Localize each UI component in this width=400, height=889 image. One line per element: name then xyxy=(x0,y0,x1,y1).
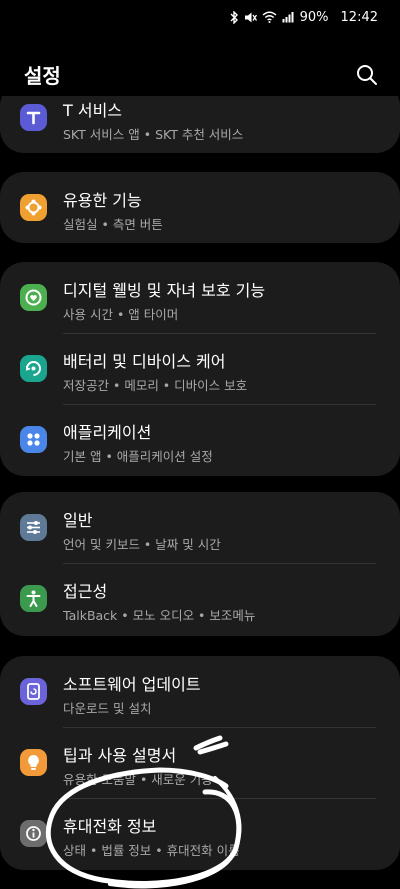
settings-item-subtitle: 실험실 • 측면 버튼 xyxy=(63,217,163,232)
settings-item-subtitle: 사용 시간 • 앱 타이머 xyxy=(63,307,179,322)
settings-item-subtitle: 기본 앱 • 애플리케이션 설정 xyxy=(63,449,213,464)
battery-percent: 90% xyxy=(299,9,329,25)
mute-icon xyxy=(244,12,257,22)
settings-item-useful-features[interactable]: 유용한 기능 실험실 • 측면 버튼 xyxy=(0,172,400,243)
settings-item-title: 유용한 기능 xyxy=(63,191,142,210)
settings-item-software-update[interactable]: 소프트웨어 업데이트 다운로드 및 설치 xyxy=(0,656,400,727)
settings-item-subtitle: 다운로드 및 설치 xyxy=(63,701,152,716)
settings-item-tips[interactable]: 팁과 사용 설명서 유용한 도움말 • 새로운 기능 xyxy=(0,727,400,798)
apps-icon xyxy=(20,426,47,453)
software-update-icon xyxy=(20,678,47,705)
device-care-icon xyxy=(20,355,47,382)
settings-item-title: 배터리 및 디바이스 케어 xyxy=(63,352,226,371)
settings-group-general: 일반 언어 및 키보드 • 날짜 및 시간 접근성 TalkBack • 모노 … xyxy=(0,492,400,636)
settings-item-title: 디지털 웰빙 및 자녀 보호 기능 xyxy=(63,281,266,300)
wellbeing-icon xyxy=(20,284,47,311)
page-title: 설정 xyxy=(24,64,61,88)
settings-list[interactable]: T 서비스 SKT 서비스 앱 • SKT 추천 서비스 유용한 기능 실험실 … xyxy=(0,96,400,889)
settings-item-t-service[interactable]: T 서비스 SKT 서비스 앱 • SKT 추천 서비스 xyxy=(0,96,400,153)
settings-group-device: 디지털 웰빙 및 자녀 보호 기능 사용 시간 • 앱 타이머 배터리 및 디바… xyxy=(0,262,400,476)
t-service-icon xyxy=(20,104,47,131)
settings-item-general[interactable]: 일반 언어 및 키보드 • 날짜 및 시간 xyxy=(0,492,400,563)
bluetooth-icon xyxy=(230,10,238,24)
settings-item-title: 일반 xyxy=(63,511,93,530)
signal-icon xyxy=(282,12,294,23)
settings-item-subtitle: 상태 • 법률 정보 • 휴대전화 이름 xyxy=(63,843,240,858)
lightbulb-icon xyxy=(20,749,47,776)
puzzle-star-icon xyxy=(20,194,47,221)
settings-item-about-phone[interactable]: 휴대전화 정보 상태 • 법률 정보 • 휴대전화 이름 xyxy=(0,798,400,869)
status-bar: 90% 12:42 xyxy=(0,0,400,34)
header: 설정 xyxy=(0,56,400,96)
settings-group-t-service: T 서비스 SKT 서비스 앱 • SKT 추천 서비스 xyxy=(0,96,400,153)
settings-item-applications[interactable]: 애플리케이션 기본 앱 • 애플리케이션 설정 xyxy=(0,404,400,475)
info-icon xyxy=(20,820,47,847)
settings-item-subtitle: 저장공간 • 메모리 • 디바이스 보호 xyxy=(63,378,248,393)
accessibility-icon xyxy=(20,585,47,612)
sliders-icon xyxy=(20,514,47,541)
settings-item-subtitle: 유용한 도움말 • 새로운 기능 xyxy=(63,772,213,787)
clock: 12:42 xyxy=(340,9,378,25)
settings-item-title: 소프트웨어 업데이트 xyxy=(63,675,201,694)
settings-item-device-care[interactable]: 배터리 및 디바이스 케어 저장공간 • 메모리 • 디바이스 보호 xyxy=(0,333,400,404)
settings-item-digital-wellbeing[interactable]: 디지털 웰빙 및 자녀 보호 기능 사용 시간 • 앱 타이머 xyxy=(0,262,400,333)
settings-item-subtitle: SKT 서비스 앱 • SKT 추천 서비스 xyxy=(63,127,244,142)
search-icon xyxy=(357,65,377,85)
settings-group-useful: 유용한 기능 실험실 • 측면 버튼 xyxy=(0,172,400,243)
settings-item-title: 팁과 사용 설명서 xyxy=(63,746,177,765)
settings-group-support: 소프트웨어 업데이트 다운로드 및 설치 팁과 사용 설명서 유용한 도움말 •… xyxy=(0,656,400,870)
settings-item-accessibility[interactable]: 접근성 TalkBack • 모노 오디오 • 보조메뉴 xyxy=(0,563,400,634)
wifi-icon xyxy=(262,11,277,23)
settings-item-title: T 서비스 xyxy=(63,101,123,120)
settings-item-subtitle: 언어 및 키보드 • 날짜 및 시간 xyxy=(63,537,221,552)
search-button[interactable] xyxy=(354,62,380,88)
status-icons xyxy=(229,10,294,24)
settings-item-title: 접근성 xyxy=(63,582,108,601)
settings-item-title: 휴대전화 정보 xyxy=(63,817,157,836)
settings-item-subtitle: TalkBack • 모노 오디오 • 보조메뉴 xyxy=(63,608,256,623)
settings-item-title: 애플리케이션 xyxy=(63,423,152,442)
